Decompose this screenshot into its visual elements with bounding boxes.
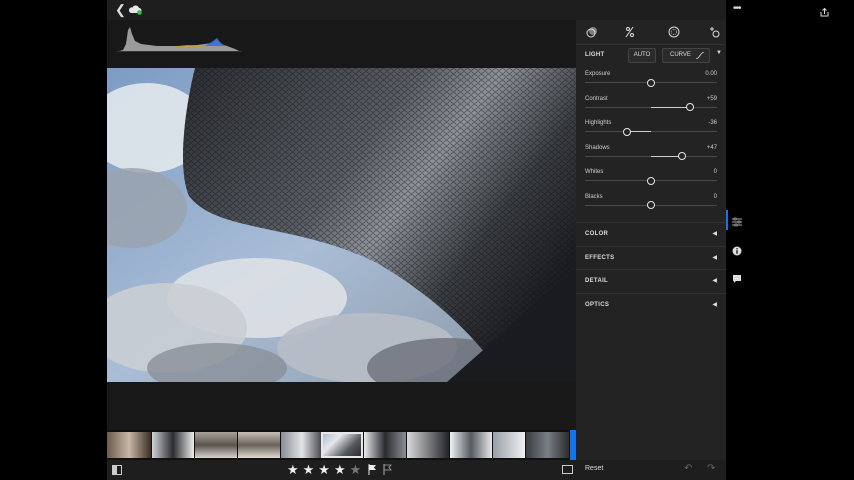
healing-icon[interactable] [707,25,721,39]
filmstrip-thumb[interactable] [450,432,492,458]
histogram[interactable] [117,24,242,52]
shadows-label: Shadows [585,144,610,151]
rating-stars-on[interactable]: ★★★★ [287,462,350,477]
whites-slider-handle[interactable] [647,176,655,185]
rail-active-indicator [726,210,728,230]
chevron-left-icon[interactable]: ❮ [115,3,126,17]
highlights-slider-handle[interactable] [623,127,632,136]
undo-icon[interactable]: ↶ [684,463,692,474]
selective-icon[interactable] [667,25,681,39]
curve-icon [696,52,704,59]
presets-icon[interactable] [585,25,599,39]
contrast-slider-fill [651,106,690,108]
shadows-slider-handle[interactable] [678,152,687,160]
curve-button-label: CURVE [670,52,691,58]
main-photo[interactable] [107,68,576,382]
highlights-slider-track[interactable] [585,131,717,132]
cloud-sync-icon[interactable] [128,4,142,15]
contrast-slider-handle[interactable] [685,103,694,111]
filmstrip-thumb[interactable] [195,432,237,458]
shadows-value[interactable]: +47 [707,145,717,151]
color-section[interactable]: COLOR ◀ [576,222,726,246]
filmstrip-thumb-selected[interactable] [321,432,363,458]
filmstrip-toggle-icon[interactable] [562,465,573,474]
detail-section-title: DETAIL [585,278,609,284]
exposure-label: Exposure [585,71,611,77]
caret-left-icon: ◀ [712,254,717,261]
editor-app: ❮ ★★★★★ Reset ↶ ↷ LIGHT AUTO CURVE ▼ Exp… [107,0,829,480]
optics-section-title: OPTICS [585,301,610,308]
caret-left-icon: ◀ [712,231,717,237]
filmstrip-thumb[interactable] [526,432,569,458]
filmstrip-thumb[interactable] [281,432,323,458]
before-after-icon[interactable] [112,465,122,475]
filmstrip-thumb[interactable] [364,432,406,458]
caret-down-icon[interactable]: ▼ [716,50,722,56]
curve-button[interactable]: CURVE [662,48,710,63]
blacks-slider-handle[interactable] [647,201,655,209]
comment-icon[interactable] [732,274,742,284]
effects-section[interactable]: EFFECTS ◀ [576,245,726,270]
filmstrip-thumb[interactable] [152,432,194,458]
pick-flag-icon[interactable] [368,464,377,475]
rating-stars-off[interactable]: ★ [350,462,366,477]
redo-icon[interactable]: ↷ [707,463,715,474]
contrast-label: Contrast [585,95,608,102]
caret-left-icon: ◀ [712,301,717,308]
edit-panel: LIGHT AUTO CURVE ▼ Exposure 0.00 Contrast +… [576,20,726,460]
caret-left-icon: ◀ [712,278,717,284]
filmstrip[interactable] [107,430,576,460]
more-options-icon[interactable]: ••• [733,3,741,14]
whites-value[interactable]: 0 [714,169,717,175]
contrast-value[interactable]: +59 [707,96,717,102]
detail-section[interactable]: DETAIL ◀ [576,269,726,293]
edit-icon[interactable] [732,217,742,227]
highlights-label: Highlights [585,120,612,126]
divider [576,44,726,45]
info-icon[interactable] [732,246,742,256]
top-toolbar: ❮ [107,0,726,20]
filmstrip-thumb[interactable] [407,432,449,458]
light-section-title[interactable]: LIGHT [585,52,605,58]
right-rail [726,20,748,460]
share-icon[interactable] [820,4,829,22]
filmstrip-thumb[interactable] [493,432,525,458]
exposure-value[interactable]: 0.00 [705,71,717,77]
blacks-value[interactable]: 0 [714,194,717,200]
exposure-slider-handle[interactable] [647,78,655,87]
reset-button[interactable]: Reset [585,465,603,472]
panel-tabs [576,20,726,44]
filmstrip-thumb[interactable] [107,432,151,458]
color-section-title: COLOR [585,231,609,237]
highlights-value[interactable]: -36 [708,120,717,126]
star-rating[interactable]: ★★★★★ [287,462,365,478]
edit-sliders-icon[interactable] [623,25,637,39]
blacks-label: Blacks [585,193,603,200]
whites-label: Whites [585,169,604,175]
auto-button[interactable]: AUTO [628,48,656,63]
bottom-toolbar: ★★★★★ Reset ↶ ↷ [107,460,726,480]
reject-flag-icon[interactable] [383,464,392,475]
effects-section-title: EFFECTS [585,254,615,261]
filmstrip-thumb[interactable] [238,432,280,458]
optics-section[interactable]: OPTICS ◀ [576,292,726,317]
